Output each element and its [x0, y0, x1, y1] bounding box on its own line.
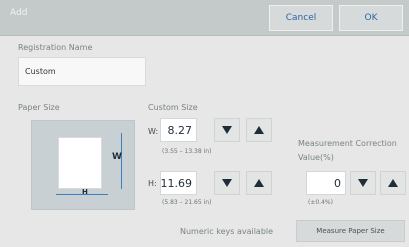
ok-button[interactable]: OK	[339, 5, 403, 31]
arrow-down-icon	[358, 179, 368, 187]
registration-name-label: Registration Name	[18, 43, 93, 52]
arrow-up-icon	[254, 179, 264, 187]
arrow-down-icon	[222, 179, 232, 187]
arrow-up-icon	[254, 126, 264, 134]
arrow-up-icon	[388, 179, 398, 187]
width-decrease-button[interactable]	[214, 118, 240, 142]
height-input[interactable]: 11.69	[160, 171, 197, 195]
dialog-title: Add	[10, 8, 28, 18]
width-input[interactable]: 8.27	[160, 118, 197, 142]
measurement-correction-label: Measurement Correction	[298, 139, 397, 148]
cancel-button[interactable]: Cancel	[269, 5, 333, 31]
width-range-note: (3.55 – 13.38 in)	[162, 148, 212, 155]
width-dimension-label: W	[112, 152, 122, 162]
height-dimension-label: H	[82, 188, 88, 196]
measurement-increase-button[interactable]	[380, 171, 406, 195]
arrow-down-icon	[222, 126, 232, 134]
registration-name-input[interactable]: Custom	[18, 57, 146, 86]
width-axis-label: W:	[148, 127, 159, 136]
numeric-keys-hint: Numeric keys available	[180, 227, 274, 236]
paper-size-label: Paper Size	[18, 103, 60, 112]
paper-sheet	[58, 137, 102, 189]
measurement-value-input[interactable]: 0	[306, 171, 346, 195]
measurement-value-label: Value(%)	[298, 153, 334, 162]
width-increase-button[interactable]	[246, 118, 272, 142]
measurement-range-note: (±0.4%)	[308, 199, 333, 206]
height-axis-label: H:	[148, 179, 157, 188]
height-decrease-button[interactable]	[214, 171, 240, 195]
paper-size-preview: W H	[31, 120, 135, 210]
height-range-note: (5.83 – 21.65 in)	[162, 199, 212, 206]
header-bar: Add Cancel OK	[0, 0, 409, 36]
measurement-decrease-button[interactable]	[350, 171, 376, 195]
height-increase-button[interactable]	[246, 171, 272, 195]
custom-size-label: Custom Size	[148, 103, 198, 112]
measure-paper-size-button[interactable]: Measure Paper Size	[296, 220, 405, 242]
